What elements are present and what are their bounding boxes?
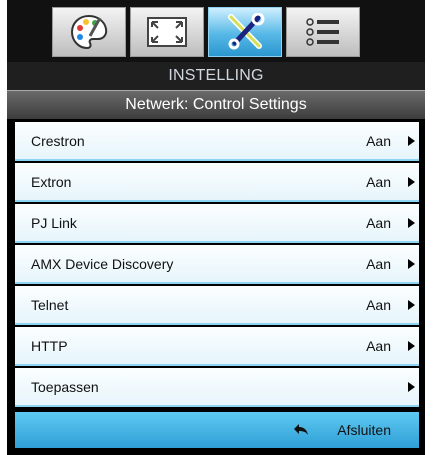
menu-item-label: PJ Link	[31, 215, 77, 231]
menu-item-label: Crestron	[31, 133, 85, 149]
menu-item-value: Aan	[366, 174, 391, 190]
list-icon	[306, 18, 339, 46]
menu-title: INSTELLING	[7, 62, 425, 90]
menu-item-extron[interactable]: Extron Aan	[15, 163, 419, 202]
arrow-right-icon	[408, 136, 415, 146]
arrow-right-icon	[408, 300, 415, 310]
menu-item-pj-link[interactable]: PJ Link Aan	[15, 204, 419, 243]
arrow-right-icon	[408, 177, 415, 187]
tab-display[interactable]	[130, 7, 204, 57]
tab-image[interactable]	[52, 7, 126, 57]
menu-item-label: AMX Device Discovery	[31, 256, 174, 272]
menu-item-label: Toepassen	[31, 379, 99, 395]
tab-bar	[7, 0, 425, 62]
menu-item-crestron[interactable]: Crestron Aan	[15, 122, 419, 161]
menu-item-label: HTTP	[31, 338, 68, 354]
menu-subtitle: Netwerk: Control Settings	[7, 90, 425, 119]
menu-item-amx-device-discovery[interactable]: AMX Device Discovery Aan	[15, 245, 419, 284]
osd-menu: INSTELLING Netwerk: Control Settings Cre…	[7, 0, 425, 455]
settings-list: Crestron Aan Extron Aan PJ Link Aan AMX …	[15, 122, 419, 409]
footer-bar: Afsluiten	[15, 412, 419, 448]
fullscreen-icon	[147, 17, 187, 47]
menu-item-value: Aan	[366, 256, 391, 272]
menu-item-value: Aan	[366, 297, 391, 313]
menu-item-value: Aan	[366, 133, 391, 149]
menu-item-value: Aan	[366, 215, 391, 231]
return-arrow-icon	[294, 424, 308, 435]
tab-settings[interactable]	[208, 7, 282, 57]
arrow-right-icon	[408, 218, 415, 228]
menu-item-toepassen[interactable]: Toepassen	[15, 368, 419, 407]
menu-item-http[interactable]: HTTP Aan	[15, 327, 419, 366]
tab-options[interactable]	[286, 7, 360, 57]
menu-item-value: Aan	[366, 338, 391, 354]
exit-button[interactable]: Afsluiten	[337, 412, 391, 448]
menu-item-telnet[interactable]: Telnet Aan	[15, 286, 419, 325]
arrow-right-icon	[408, 382, 415, 392]
menu-item-label: Extron	[31, 174, 72, 190]
arrow-right-icon	[408, 259, 415, 269]
arrow-right-icon	[408, 341, 415, 351]
palette-icon	[70, 14, 108, 50]
menu-item-label: Telnet	[31, 297, 69, 313]
tools-icon	[228, 13, 265, 50]
